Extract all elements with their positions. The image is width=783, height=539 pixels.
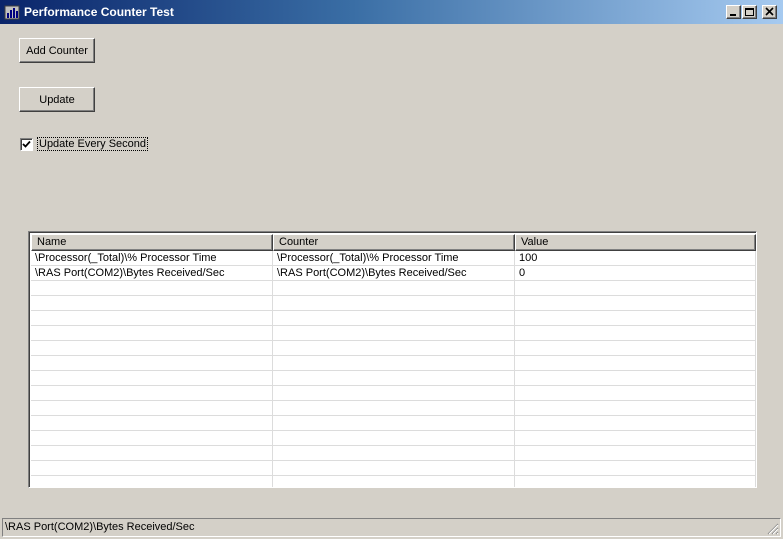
performance-app-icon[interactable] — [4, 4, 20, 20]
empty-cell — [273, 341, 515, 355]
cell-name: \Processor(_Total)\% Processor Time — [31, 251, 273, 265]
empty-cell — [273, 326, 515, 340]
empty-cell — [273, 371, 515, 385]
empty-cell — [273, 431, 515, 445]
empty-cell — [31, 311, 273, 325]
empty-cell — [31, 341, 273, 355]
empty-cell — [273, 281, 515, 295]
maximize-icon — [745, 8, 754, 16]
empty-cell — [273, 461, 515, 475]
empty-list-row — [31, 296, 756, 311]
empty-cell — [31, 446, 273, 460]
column-header-value[interactable]: Value — [515, 234, 756, 251]
empty-cell — [31, 431, 273, 445]
empty-cell — [273, 356, 515, 370]
cell-name: \RAS Port(COM2)\Bytes Received/Sec — [31, 266, 273, 280]
cell-value: 0 — [515, 266, 756, 280]
empty-cell — [515, 476, 756, 487]
app-window: Performance Counter Test Add Counter Upd… — [0, 0, 783, 539]
empty-cell — [31, 386, 273, 400]
empty-cell — [31, 281, 273, 295]
empty-cell — [31, 326, 273, 340]
update-button[interactable]: Update — [19, 87, 95, 112]
empty-list-row — [31, 431, 756, 446]
checkmark-icon — [22, 140, 31, 148]
empty-cell — [273, 401, 515, 415]
empty-list-row — [31, 341, 756, 356]
empty-list-row — [31, 371, 756, 386]
list-header: Name Counter Value — [31, 234, 756, 251]
empty-list-row — [31, 416, 756, 431]
status-text: \RAS Port(COM2)\Bytes Received/Sec — [5, 521, 195, 533]
window-title: Performance Counter Test — [24, 5, 174, 19]
empty-list-row — [31, 401, 756, 416]
checkbox-label[interactable]: Update Every Second — [36, 137, 149, 151]
empty-list-row — [31, 476, 756, 487]
checkbox-box[interactable] — [20, 137, 33, 151]
cell-counter: \RAS Port(COM2)\Bytes Received/Sec — [273, 266, 515, 280]
empty-list-row — [31, 281, 756, 296]
status-bar: \RAS Port(COM2)\Bytes Received/Sec — [2, 518, 781, 537]
close-icon — [765, 7, 774, 16]
list-body: \Processor(_Total)\% Processor Time \Pro… — [31, 251, 756, 487]
empty-list-row — [31, 311, 756, 326]
empty-cell — [273, 386, 515, 400]
empty-cell — [273, 416, 515, 430]
cell-value: 100 — [515, 251, 756, 265]
empty-cell — [515, 446, 756, 460]
empty-list-row — [31, 386, 756, 401]
empty-cell — [515, 431, 756, 445]
empty-cell — [515, 371, 756, 385]
empty-list-row — [31, 446, 756, 461]
empty-cell — [515, 326, 756, 340]
cell-counter: \Processor(_Total)\% Processor Time — [273, 251, 515, 265]
empty-cell — [273, 296, 515, 310]
empty-cell — [31, 296, 273, 310]
empty-cell — [515, 401, 756, 415]
counter-list[interactable]: Name Counter Value \Processor(_Total)\% … — [28, 231, 757, 488]
empty-cell — [515, 386, 756, 400]
empty-cell — [273, 446, 515, 460]
empty-cell — [31, 476, 273, 487]
empty-cell — [515, 461, 756, 475]
column-header-name[interactable]: Name — [31, 234, 273, 251]
close-button[interactable] — [762, 5, 777, 19]
empty-cell — [515, 296, 756, 310]
empty-cell — [31, 461, 273, 475]
empty-list-row — [31, 461, 756, 476]
empty-cell — [31, 401, 273, 415]
empty-cell — [31, 356, 273, 370]
column-header-counter[interactable]: Counter — [273, 234, 515, 251]
title-bar[interactable]: Performance Counter Test — [0, 0, 783, 24]
empty-cell — [515, 356, 756, 370]
empty-rows — [31, 281, 756, 487]
list-row[interactable]: \Processor(_Total)\% Processor Time \Pro… — [31, 251, 756, 266]
resize-grip-icon[interactable] — [767, 523, 779, 535]
minimize-icon — [730, 14, 736, 16]
empty-cell — [515, 281, 756, 295]
empty-cell — [273, 476, 515, 487]
minimize-button[interactable] — [726, 5, 741, 19]
empty-cell — [515, 416, 756, 430]
empty-cell — [31, 416, 273, 430]
update-every-second-checkbox[interactable]: Update Every Second — [20, 137, 149, 151]
empty-cell — [273, 311, 515, 325]
empty-cell — [31, 371, 273, 385]
empty-cell — [515, 341, 756, 355]
empty-list-row — [31, 356, 756, 371]
add-counter-button[interactable]: Add Counter — [19, 38, 95, 63]
list-row[interactable]: \RAS Port(COM2)\Bytes Received/Sec \RAS … — [31, 266, 756, 281]
maximize-button[interactable] — [742, 5, 757, 19]
empty-list-row — [31, 326, 756, 341]
empty-cell — [515, 311, 756, 325]
